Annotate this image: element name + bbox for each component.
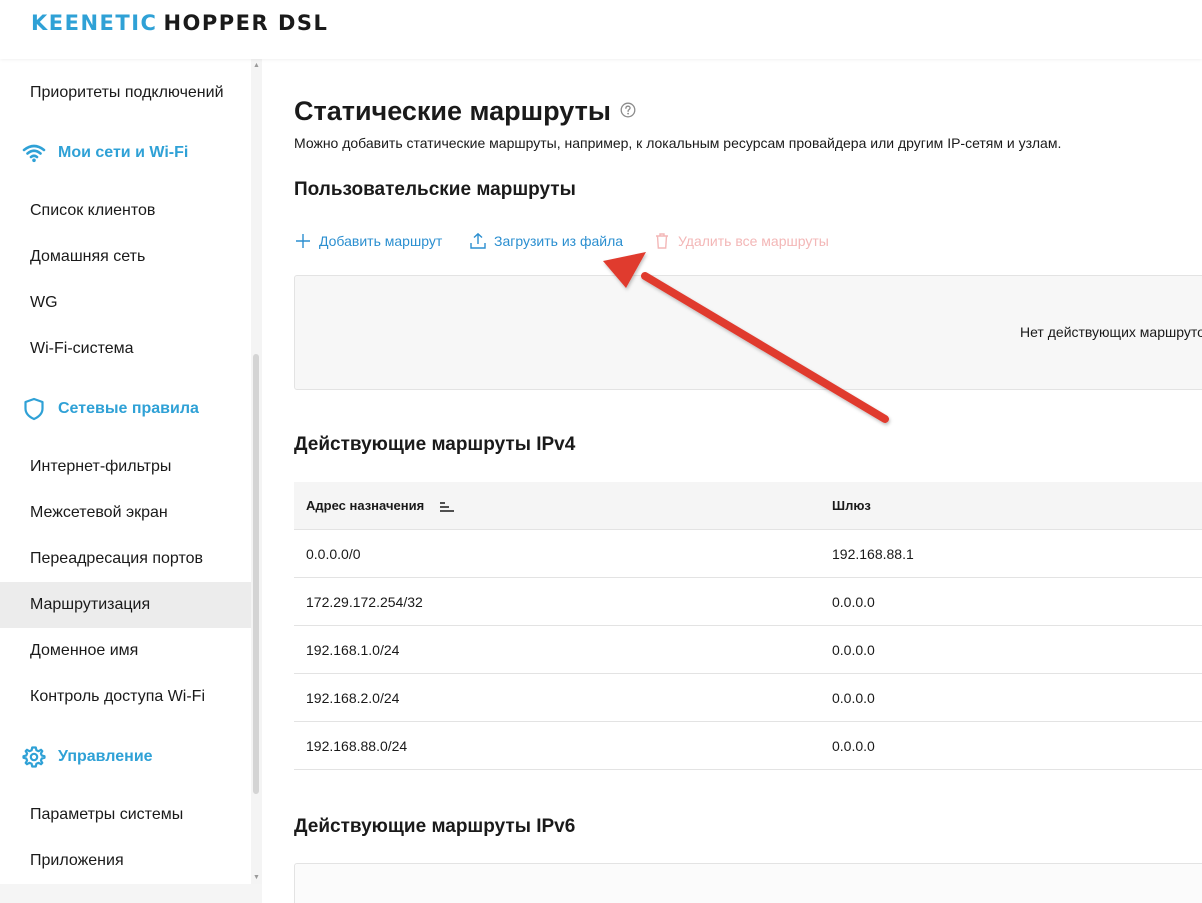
cell-destination: 192.168.1.0/24 xyxy=(306,642,400,658)
sidebar-item-home-network[interactable]: Домашняя сеть xyxy=(0,234,251,280)
user-routes-empty-panel: Нет действующих маршрутов xyxy=(294,275,1202,390)
cell-destination: 0.0.0.0/0 xyxy=(306,546,361,562)
ipv4-routes-table: Адрес назначения Шлюз 0.0.0.0/0 192.168.… xyxy=(294,482,1202,770)
scroll-up-icon[interactable]: ▲ xyxy=(252,61,261,70)
sidebar-item-clients[interactable]: Список клиентов xyxy=(0,188,251,234)
plus-icon xyxy=(294,232,312,250)
sidebar-item-routing[interactable]: Маршрутизация xyxy=(0,582,251,628)
table-row[interactable]: 192.168.1.0/24 0.0.0.0 xyxy=(294,626,1202,674)
sidebar-item-applications[interactable]: Приложения xyxy=(0,838,251,884)
sidebar-item-wifi-access-control[interactable]: Контроль доступа Wi-Fi xyxy=(0,674,251,720)
add-route-button[interactable]: Добавить маршрут xyxy=(294,232,442,250)
sidebar-footer xyxy=(0,884,262,903)
upload-icon xyxy=(469,232,487,250)
cell-destination: 172.29.172.254/32 xyxy=(306,594,423,610)
upload-from-file-button[interactable]: Загрузить из файла xyxy=(469,232,623,250)
sidebar-item-wifi-system[interactable]: Wi-Fi-система xyxy=(0,326,251,372)
sort-icon[interactable] xyxy=(439,500,455,512)
sidebar-scroll-thumb[interactable] xyxy=(253,354,259,794)
table-row[interactable]: 192.168.2.0/24 0.0.0.0 xyxy=(294,674,1202,722)
shield-icon xyxy=(22,397,46,421)
logo-model: HOPPER DSL xyxy=(163,11,329,35)
column-header-destination[interactable]: Адрес назначения xyxy=(306,482,424,530)
header-bar: KEENETIC HOPPER DSL xyxy=(0,0,1202,59)
delete-all-routes-button[interactable]: Удалить все маршруты xyxy=(653,232,829,250)
cell-destination: 192.168.2.0/24 xyxy=(306,690,400,706)
sidebar-item-firewall[interactable]: Межсетевой экран xyxy=(0,490,251,536)
page-title: Статические маршруты xyxy=(294,96,611,126)
empty-routes-message: Нет действующих маршрутов xyxy=(1020,324,1202,340)
cell-gateway: 0.0.0.0 xyxy=(832,594,875,610)
table-row[interactable]: 192.168.88.0/24 0.0.0.0 xyxy=(294,722,1202,770)
cell-destination: 192.168.88.0/24 xyxy=(306,738,408,754)
sidebar-group-label: Управление xyxy=(58,748,153,765)
ipv6-routes-title: Действующие маршруты IPv6 xyxy=(294,816,576,837)
page-description: Можно добавить статические маршруты, нап… xyxy=(294,135,1062,151)
cell-gateway: 0.0.0.0 xyxy=(832,738,875,754)
sidebar-item-domain-name[interactable]: Доменное имя xyxy=(0,628,251,674)
cell-gateway: 0.0.0.0 xyxy=(832,690,875,706)
upload-from-file-label: Загрузить из файла xyxy=(494,233,624,249)
sidebar-item-internet-filters[interactable]: Интернет-фильтры xyxy=(0,444,251,490)
trash-icon xyxy=(653,232,671,250)
logo-brand: KEENETIC xyxy=(31,11,158,35)
user-routes-title: Пользовательские маршруты xyxy=(294,179,576,200)
table-row[interactable]: 172.29.172.254/32 0.0.0.0 xyxy=(294,578,1202,626)
help-icon[interactable] xyxy=(620,102,636,118)
cell-gateway: 192.168.88.1 xyxy=(832,546,914,562)
ipv6-routes-panel xyxy=(294,863,1202,903)
logo[interactable]: KEENETIC HOPPER DSL xyxy=(31,11,328,35)
cell-gateway: 0.0.0.0 xyxy=(832,642,875,658)
column-header-gateway[interactable]: Шлюз xyxy=(832,482,871,530)
table-header: Адрес назначения Шлюз xyxy=(294,482,1202,530)
scroll-down-icon[interactable]: ▼ xyxy=(252,873,261,882)
sidebar-item-system-settings[interactable]: Параметры системы xyxy=(0,792,251,838)
gear-icon xyxy=(22,745,46,769)
main-content: Статические маршруты Можно добавить стат… xyxy=(262,59,1202,903)
ipv4-routes-title: Действующие маршруты IPv4 xyxy=(294,434,576,455)
sidebar-group-network-rules[interactable]: Сетевые правила xyxy=(0,386,251,432)
sidebar-group-networks-wifi[interactable]: Мои сети и Wi-Fi xyxy=(0,130,251,176)
sidebar-group-label: Мои сети и Wi-Fi xyxy=(58,144,189,161)
sidebar-group-management[interactable]: Управление xyxy=(0,734,251,780)
wifi-icon xyxy=(22,141,46,165)
sidebar: Приоритеты подключений Мои сети и Wi-Fi … xyxy=(0,59,262,903)
sidebar-item-wg[interactable]: WG xyxy=(0,280,251,326)
delete-all-routes-label: Удалить все маршруты xyxy=(678,233,829,249)
sidebar-item-connection-priorities[interactable]: Приоритеты подключений xyxy=(0,70,251,116)
table-row[interactable]: 0.0.0.0/0 192.168.88.1 xyxy=(294,530,1202,578)
add-route-label: Добавить маршрут xyxy=(319,233,443,249)
sidebar-item-port-forwarding[interactable]: Переадресация портов xyxy=(0,536,251,582)
sidebar-group-label: Сетевые правила xyxy=(58,400,199,417)
